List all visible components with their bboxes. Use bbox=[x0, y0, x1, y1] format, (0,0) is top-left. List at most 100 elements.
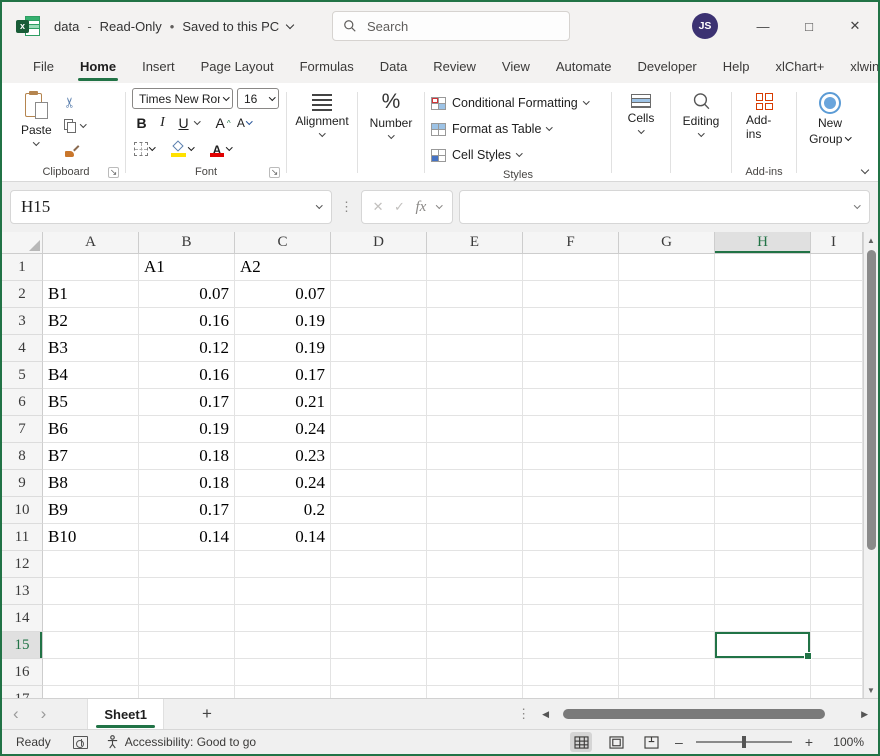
number-button[interactable]: % Number bbox=[362, 88, 421, 144]
cell-C5[interactable]: 0.17 bbox=[235, 362, 331, 389]
cell-E8[interactable] bbox=[427, 443, 523, 470]
search-box[interactable]: Search bbox=[332, 11, 570, 41]
font-size-combo[interactable]: 16 bbox=[237, 88, 279, 109]
formula-input[interactable] bbox=[459, 190, 870, 224]
horizontal-scrollbar[interactable] bbox=[559, 709, 851, 719]
tab-xlwings[interactable]: xlwings bbox=[837, 51, 880, 82]
cell-A13[interactable] bbox=[43, 578, 139, 605]
editing-button[interactable]: Editing bbox=[675, 88, 728, 142]
zoom-slider[interactable] bbox=[696, 741, 792, 743]
cell-F15[interactable] bbox=[523, 632, 619, 659]
cell-I4[interactable] bbox=[811, 335, 863, 362]
row-header-1[interactable]: 1 bbox=[2, 254, 43, 281]
cell-H7[interactable] bbox=[715, 416, 811, 443]
row-header-16[interactable]: 16 bbox=[2, 659, 43, 686]
tab-home[interactable]: Home bbox=[67, 51, 129, 82]
cell-B2[interactable]: 0.07 bbox=[139, 281, 235, 308]
column-header-i[interactable]: I bbox=[811, 232, 863, 254]
cell-A10[interactable]: B9 bbox=[43, 497, 139, 524]
cell-B11[interactable]: 0.14 bbox=[139, 524, 235, 551]
cell-G8[interactable] bbox=[619, 443, 715, 470]
cell-C1[interactable]: A2 bbox=[235, 254, 331, 281]
cell-E2[interactable] bbox=[427, 281, 523, 308]
page-break-view-button[interactable] bbox=[640, 732, 662, 752]
zoom-out-button[interactable]: – bbox=[675, 736, 683, 748]
cell-E10[interactable] bbox=[427, 497, 523, 524]
cells-button[interactable]: Cells bbox=[620, 88, 663, 139]
row-header-8[interactable]: 8 bbox=[2, 443, 43, 470]
cell-A14[interactable] bbox=[43, 605, 139, 632]
cell-styles-button[interactable]: Cell Styles bbox=[431, 142, 522, 168]
cell-D9[interactable] bbox=[331, 470, 427, 497]
tab-formulas[interactable]: Formulas bbox=[287, 51, 367, 82]
cell-I6[interactable] bbox=[811, 389, 863, 416]
zoom-slider-handle[interactable] bbox=[742, 736, 746, 748]
cell-D16[interactable] bbox=[331, 659, 427, 686]
column-header-b[interactable]: B bbox=[139, 232, 235, 254]
cell-F17[interactable] bbox=[523, 686, 619, 698]
cell-H10[interactable] bbox=[715, 497, 811, 524]
cell-G1[interactable] bbox=[619, 254, 715, 281]
cell-D3[interactable] bbox=[331, 308, 427, 335]
cell-I12[interactable] bbox=[811, 551, 863, 578]
cell-B10[interactable]: 0.17 bbox=[139, 497, 235, 524]
cell-D7[interactable] bbox=[331, 416, 427, 443]
cell-C14[interactable] bbox=[235, 605, 331, 632]
row-header-15[interactable]: 15 bbox=[2, 632, 43, 659]
italic-button[interactable]: I bbox=[153, 113, 172, 134]
tab-view[interactable]: View bbox=[489, 51, 543, 82]
cell-C13[interactable] bbox=[235, 578, 331, 605]
cell-C3[interactable]: 0.19 bbox=[235, 308, 331, 335]
tab-help[interactable]: Help bbox=[710, 51, 763, 82]
tab-developer[interactable]: Developer bbox=[625, 51, 710, 82]
next-sheet-icon[interactable]: › bbox=[30, 700, 58, 728]
cell-C7[interactable]: 0.24 bbox=[235, 416, 331, 443]
cell-G2[interactable] bbox=[619, 281, 715, 308]
cell-E6[interactable] bbox=[427, 389, 523, 416]
vertical-scrollbar[interactable]: ▲ ▼ bbox=[863, 232, 878, 698]
cell-A3[interactable]: B2 bbox=[43, 308, 139, 335]
cell-G14[interactable] bbox=[619, 605, 715, 632]
cell-C8[interactable]: 0.23 bbox=[235, 443, 331, 470]
cell-I17[interactable] bbox=[811, 686, 863, 698]
cell-G5[interactable] bbox=[619, 362, 715, 389]
underline-chevron-icon[interactable] bbox=[194, 118, 200, 124]
cell-H13[interactable] bbox=[715, 578, 811, 605]
cell-F2[interactable] bbox=[523, 281, 619, 308]
cell-F10[interactable] bbox=[523, 497, 619, 524]
cell-D2[interactable] bbox=[331, 281, 427, 308]
cell-G16[interactable] bbox=[619, 659, 715, 686]
cell-E12[interactable] bbox=[427, 551, 523, 578]
title-chevron-down-icon[interactable] bbox=[286, 20, 294, 28]
cell-B9[interactable]: 0.18 bbox=[139, 470, 235, 497]
enter-icon[interactable]: ✓ bbox=[394, 199, 405, 215]
cell-I8[interactable] bbox=[811, 443, 863, 470]
cell-I5[interactable] bbox=[811, 362, 863, 389]
cell-E1[interactable] bbox=[427, 254, 523, 281]
cancel-icon[interactable]: ✕ bbox=[373, 199, 384, 215]
row-header-2[interactable]: 2 bbox=[2, 281, 43, 308]
formula-bar-kebab-icon[interactable]: ⋮ bbox=[338, 199, 355, 215]
sheetbar-kebab-icon[interactable]: ⋮ bbox=[515, 706, 532, 722]
cell-H14[interactable] bbox=[715, 605, 811, 632]
row-header-14[interactable]: 14 bbox=[2, 605, 43, 632]
normal-view-button[interactable] bbox=[570, 732, 592, 752]
row-header-13[interactable]: 13 bbox=[2, 578, 43, 605]
cell-C11[interactable]: 0.14 bbox=[235, 524, 331, 551]
cell-G10[interactable] bbox=[619, 497, 715, 524]
cell-A12[interactable] bbox=[43, 551, 139, 578]
cell-D6[interactable] bbox=[331, 389, 427, 416]
cell-H12[interactable] bbox=[715, 551, 811, 578]
cell-H2[interactable] bbox=[715, 281, 811, 308]
column-header-d[interactable]: D bbox=[331, 232, 427, 254]
format-painter-button[interactable] bbox=[60, 140, 90, 160]
font-name-combo[interactable]: Times New Rom bbox=[132, 88, 233, 109]
cut-button[interactable]: ✂ bbox=[60, 92, 90, 112]
cell-A15[interactable] bbox=[43, 632, 139, 659]
cell-F1[interactable] bbox=[523, 254, 619, 281]
tab-review[interactable]: Review bbox=[420, 51, 489, 82]
cell-C9[interactable]: 0.24 bbox=[235, 470, 331, 497]
document-title[interactable]: data - Read-Only • Saved to this PC bbox=[54, 19, 293, 34]
accessibility-status[interactable]: Accessibility: Good to go bbox=[106, 735, 256, 749]
cell-H1[interactable] bbox=[715, 254, 811, 281]
